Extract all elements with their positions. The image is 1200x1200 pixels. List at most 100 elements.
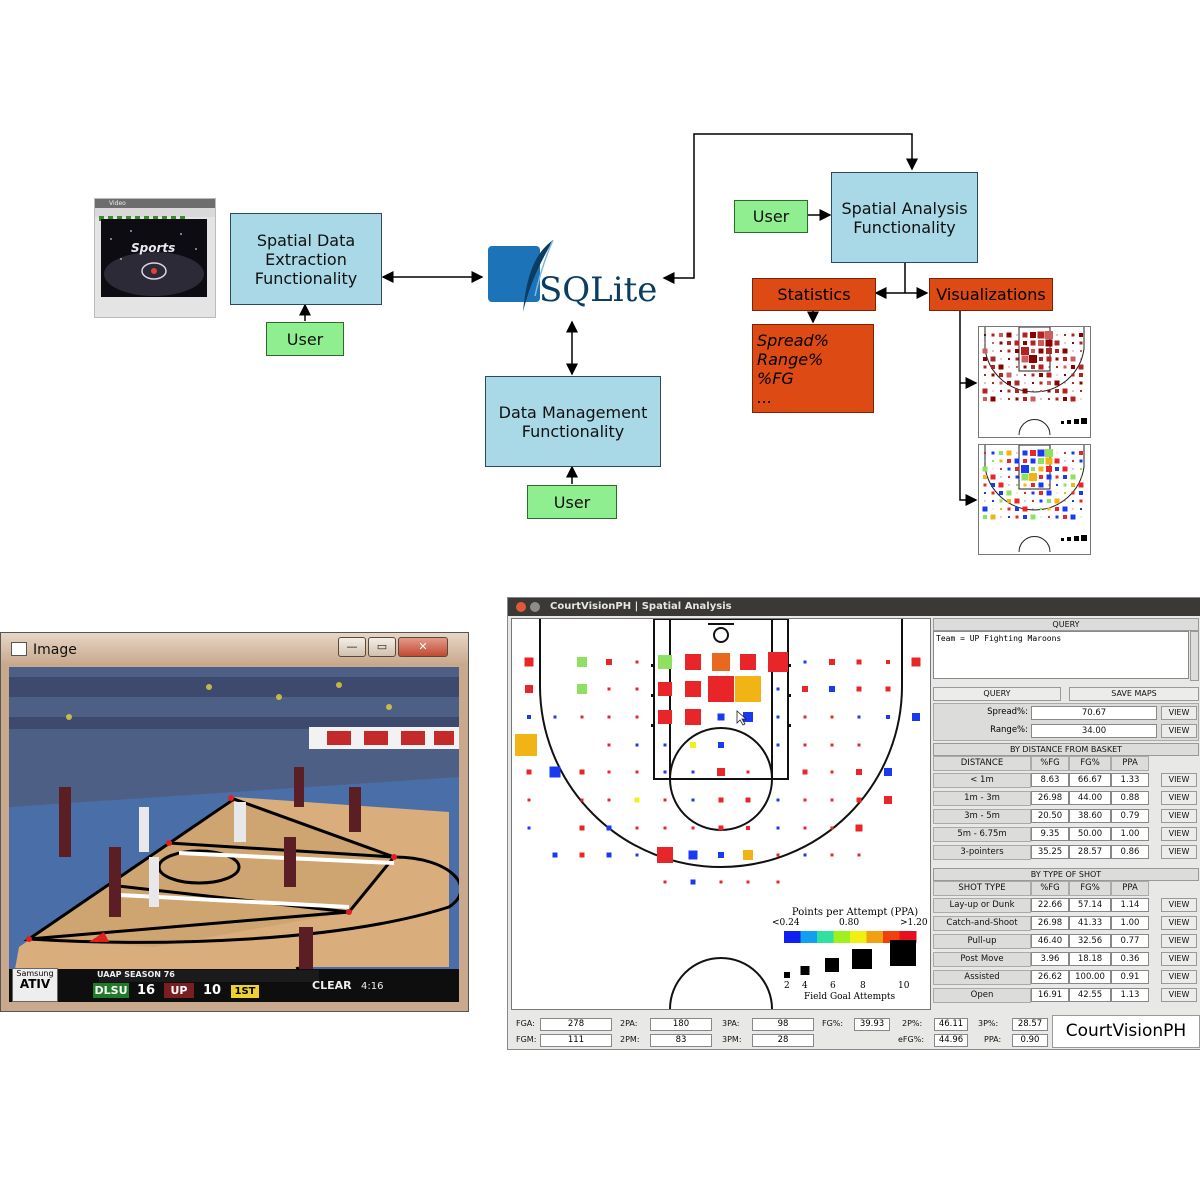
video-thumb-screen: Sports: [101, 219, 207, 297]
mini-shot-marker: [983, 515, 987, 519]
size-legend-label: 8: [860, 981, 866, 991]
mini-shot-marker: [1046, 490, 1052, 496]
shot-view-button[interactable]: VIEW: [1161, 934, 1197, 948]
mini-shot-marker: [990, 396, 996, 402]
distance-view-button[interactable]: VIEW: [1161, 773, 1197, 787]
mini-shot-marker: [1024, 492, 1026, 494]
scoreboard-team1: DLSU: [93, 983, 129, 998]
mini-shot-marker: [1030, 340, 1036, 346]
shot-zone-marker: [553, 715, 557, 719]
query-scrollbar[interactable]: [1190, 631, 1199, 681]
mini-shot-marker: [1030, 396, 1036, 402]
mini-shot-marker: [1062, 506, 1068, 512]
mini-shot-marker: [992, 468, 994, 470]
distance-cell: 66.67: [1069, 773, 1111, 787]
fga-value: 278: [540, 1018, 612, 1031]
distance-view-button[interactable]: VIEW: [1161, 791, 1197, 805]
shot-cell: Post Move: [933, 952, 1031, 967]
query-button[interactable]: QUERY: [933, 687, 1061, 701]
minimize-icon[interactable]: —: [338, 637, 366, 657]
shot-cell: Lay-up or Dunk: [933, 898, 1031, 913]
shot-cell: Catch-and-Shoot: [933, 916, 1031, 931]
shot-zone-marker: [691, 770, 695, 774]
mini-shot-marker: [984, 452, 986, 454]
range-view-button[interactable]: VIEW: [1161, 724, 1197, 738]
mini-shot-marker: [1000, 350, 1002, 352]
mini-shot-marker: [1024, 500, 1026, 502]
close-icon[interactable]: ✕: [398, 637, 448, 657]
spread-value: 70.67: [1031, 706, 1157, 720]
shot-view-button[interactable]: VIEW: [1161, 970, 1197, 984]
mini-shot-marker: [1055, 357, 1059, 361]
mini-shot-marker: [1055, 507, 1059, 511]
shot-zone-marker: [718, 742, 724, 748]
save-maps-button[interactable]: SAVE MAPS: [1069, 687, 1199, 701]
mini-shot-marker: [1014, 458, 1020, 464]
mini-shot-marker: [990, 356, 996, 362]
shot-zone-marker: [685, 709, 701, 725]
mini-shot-marker: [984, 460, 986, 462]
mini-shot-marker: [1080, 476, 1082, 478]
shot-zone-marker: [527, 798, 531, 802]
mini-shot-marker: [1016, 492, 1018, 494]
shot-cell: 0.77: [1111, 934, 1149, 948]
mini-shot-marker: [1032, 390, 1034, 392]
shot-zone-marker: [830, 715, 834, 719]
mini-shot-marker: [1056, 374, 1058, 376]
basketball-video-frame: Samsung ATIV UAAP SEASON 76 DLSU 16 UP 1…: [9, 667, 459, 1002]
distance-cell: 0.88: [1111, 791, 1149, 805]
mini-shot-marker: [1047, 381, 1051, 385]
shot-view-button[interactable]: VIEW: [1161, 898, 1197, 912]
legend-color-stop: [850, 931, 867, 943]
minimize-window-icon[interactable]: [530, 602, 540, 612]
mini-shot-marker: [982, 388, 988, 394]
shot-zone-marker: [658, 710, 672, 724]
legend-low: <0.24: [772, 918, 800, 928]
shot-view-button[interactable]: VIEW: [1161, 916, 1197, 930]
distance-view-button[interactable]: VIEW: [1161, 827, 1197, 841]
efg-label: eFG%:: [898, 1035, 925, 1044]
query-input[interactable]: Team = UP Fighting Maroons: [933, 631, 1189, 679]
statistics-box: Statistics: [752, 278, 876, 311]
mini-shot-marker: [1070, 514, 1076, 520]
shot-cell: 41.33: [1069, 916, 1111, 930]
mini-shot-marker: [1071, 491, 1075, 495]
shot-zone-marker: [803, 743, 807, 747]
mini-shot-marker: [1071, 373, 1075, 377]
shot-zone-marker: [802, 686, 808, 692]
distance-cell: 8.63: [1031, 773, 1069, 787]
spread-label: Spread%:: [987, 707, 1028, 717]
shot-zone-marker: [691, 798, 695, 802]
legend-high: >1.20: [900, 918, 928, 928]
mini-shot-marker: [1079, 491, 1083, 495]
user-box-extraction: User: [266, 322, 344, 356]
mini-shot-marker: [1056, 452, 1058, 454]
mini-shot-marker: [1000, 358, 1002, 360]
mini-shot-marker: [999, 341, 1003, 345]
distance-view-button[interactable]: VIEW: [1161, 845, 1197, 859]
shot-zone-marker: [745, 797, 751, 803]
distance-cell: 3m - 5m: [933, 809, 1031, 824]
spread-view-button[interactable]: VIEW: [1161, 706, 1197, 720]
mini-shot-marker: [1080, 398, 1082, 400]
mini-shot-marker: [1023, 341, 1027, 345]
shot-zone-marker: [856, 659, 862, 665]
mini-shot-marker: [1062, 348, 1068, 354]
mini-shot-marker: [1045, 457, 1053, 465]
distance-col-header: FG%: [1069, 756, 1111, 771]
shot-zone-marker: [717, 768, 725, 776]
mini-shot-marker: [1048, 366, 1050, 368]
distance-view-button[interactable]: VIEW: [1161, 809, 1197, 823]
mini-shot-marker: [1000, 516, 1002, 518]
shot-view-button[interactable]: VIEW: [1161, 952, 1197, 966]
shot-zone-marker: [577, 657, 587, 667]
shot-zone-marker: [606, 852, 612, 858]
video-thumb-logo: Sports: [131, 241, 176, 255]
shot-col-header: SHOT TYPE: [933, 881, 1031, 896]
mini-shot-marker: [1015, 467, 1019, 471]
shot-zone-marker: [776, 826, 780, 830]
shot-view-button[interactable]: VIEW: [1161, 988, 1197, 1002]
maximize-icon[interactable]: ▭: [368, 637, 396, 657]
close-window-icon[interactable]: [516, 602, 526, 612]
shot-chart-canvas: [515, 618, 921, 1010]
